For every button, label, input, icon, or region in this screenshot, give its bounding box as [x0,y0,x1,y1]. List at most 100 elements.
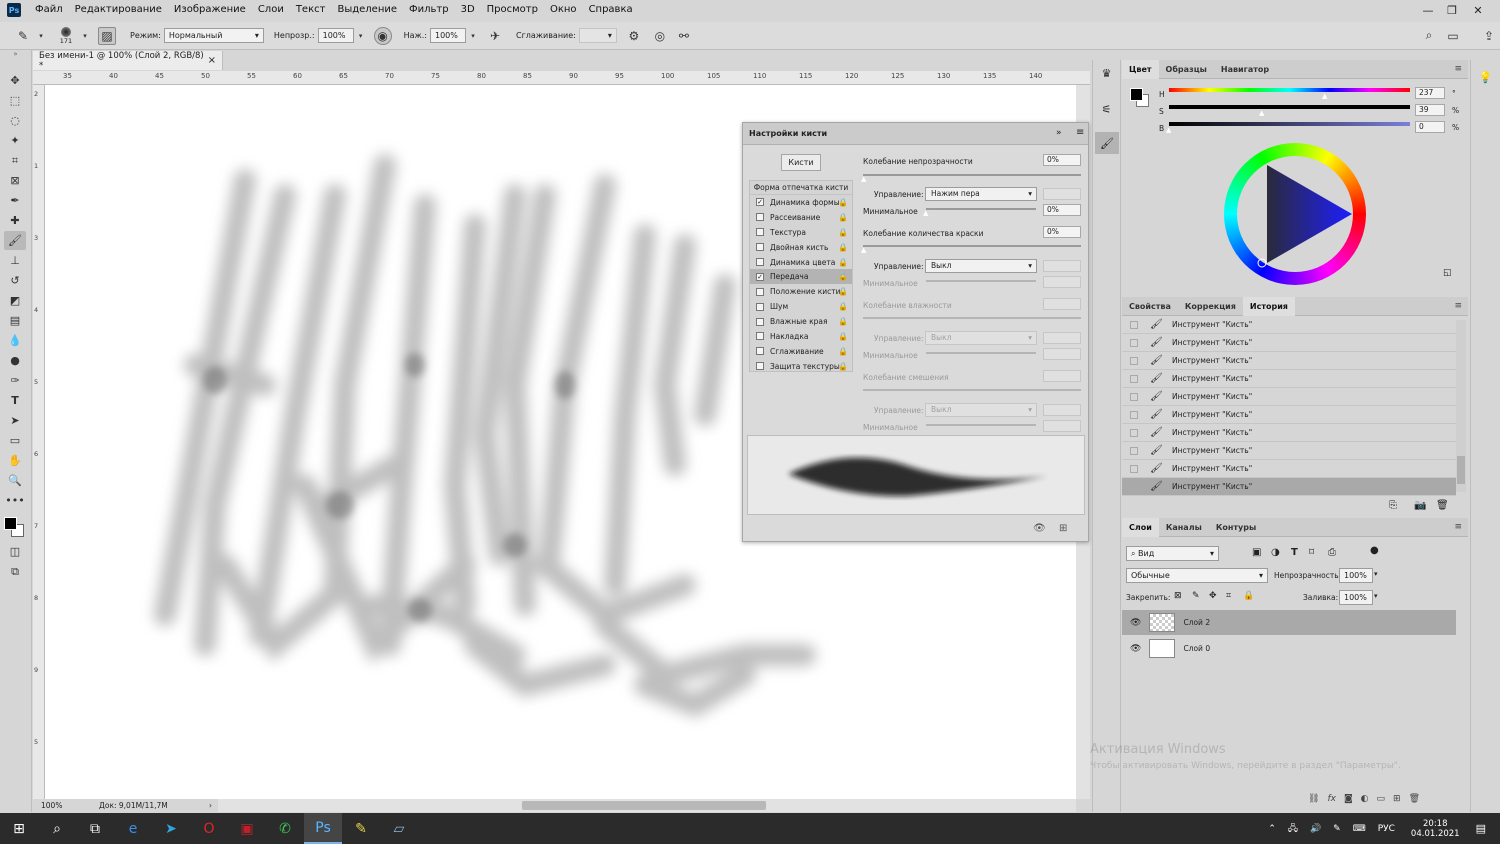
scrollbar-thumb[interactable] [522,801,766,810]
clock[interactable]: 20:18 04.01.2021 [1411,819,1460,839]
more-tools-icon[interactable]: ••• [4,491,26,510]
visibility-eye-icon[interactable]: 👁 [1130,618,1141,628]
collapse-icon[interactable]: » [0,50,31,70]
slider-handle-icon[interactable]: ▲ [1322,92,1327,100]
slider-handle-icon[interactable]: ▲ [861,175,866,183]
share-icon[interactable]: ⇪ [1480,27,1498,45]
frame-tool-icon[interactable]: ⊠ [4,171,26,190]
hue-input[interactable]: 237 [1415,87,1445,99]
checkbox[interactable] [756,332,764,341]
minimize-icon[interactable]: — [1416,0,1440,20]
quick-mask-icon[interactable]: ◫ [4,542,26,561]
history-snapshot-box[interactable] [1130,410,1138,419]
checkbox[interactable]: ✓ [756,198,764,207]
control-select-2[interactable]: Выкл ▾ [925,259,1037,273]
lock-icon[interactable]: 🔒 [838,302,848,311]
history-item[interactable]: 🖌 Инструмент "Кисть" [1122,406,1456,424]
checkbox[interactable] [756,302,764,311]
history-snapshot-box[interactable] [1130,464,1138,473]
tab-channels[interactable]: Каналы [1159,518,1209,537]
history-item[interactable]: 🖌 Инструмент "Кисть" [1122,442,1456,460]
lock-icon[interactable]: 🔒 [838,272,848,281]
tab-layers[interactable]: Слои [1122,517,1159,537]
history-item[interactable]: 🖌 Инструмент "Кисть" [1122,334,1456,352]
blur-tool-icon[interactable]: 💧 [4,331,26,350]
brush-option-row[interactable]: Текстура 🔒 [750,225,852,240]
lock-icon[interactable]: 🔒 [838,213,848,222]
eyedropper-tool-icon[interactable]: ✒ [4,191,26,210]
slider-handle-icon[interactable]: ▲ [861,246,866,254]
history-scrollbar[interactable] [1456,320,1466,492]
flow-jitter-slider[interactable] [863,245,1081,247]
blend-mode-select[interactable]: Обычные ▾ [1126,568,1268,583]
type-filter-icon[interactable]: T [1291,547,1298,558]
layer-row[interactable]: 👁 Слой 0 [1122,636,1456,661]
checkbox[interactable] [756,362,764,371]
history-snapshot-box[interactable] [1130,482,1138,491]
menu-item[interactable]: Справка [583,0,639,20]
history-snapshot-box[interactable] [1130,392,1138,401]
adjustment-filter-icon[interactable]: ◑ [1271,547,1280,558]
history-item[interactable]: 🖌 Инструмент "Кисть" [1122,424,1456,442]
chevron-right-icon[interactable]: › [209,801,212,810]
phone-app-icon[interactable]: ✆ [266,813,304,844]
lock-all-icon[interactable]: 🔒 [1243,591,1254,601]
opacity-jitter-slider[interactable] [863,174,1081,176]
foreground-color-swatch[interactable] [1130,88,1143,101]
flow-jitter-input[interactable]: 0% [1043,226,1081,238]
brush-option-row[interactable]: Динамика цвета 🔒 [750,255,852,270]
workspace-icon[interactable]: ▭ [1444,27,1462,45]
foreground-color-swatch[interactable] [4,517,17,530]
menu-item[interactable]: Окно [544,0,583,20]
slider-handle-icon[interactable]: ▲ [923,209,928,217]
tab-history[interactable]: История [1242,296,1295,316]
rectangle-tool-icon[interactable]: ▭ [4,431,26,450]
lock-transparency-icon[interactable]: ⊠ [1174,591,1182,601]
checkbox[interactable] [756,347,764,356]
pressure-opacity-icon[interactable]: ◉ [373,26,392,45]
photoshop-taskbar-icon[interactable]: Ps [304,813,342,844]
pen-icon[interactable]: ✎ [1333,824,1341,834]
layer-opacity-input[interactable]: 100% [1339,568,1373,583]
color-wheel[interactable] [1224,143,1366,285]
gear-icon[interactable]: ⚙ [625,27,643,45]
new-group-icon[interactable]: ▭ [1377,794,1386,804]
checkbox[interactable] [756,243,764,252]
layer-row[interactable]: 👁 Слой 2 [1122,610,1456,635]
close-tab-icon[interactable]: × [208,55,216,66]
collapse-panel-icon[interactable]: » [1056,128,1062,138]
magic-wand-tool-icon[interactable]: ✦ [4,131,26,150]
chevron-down-icon[interactable]: ▾ [468,27,478,45]
history-snapshot-box[interactable] [1130,446,1138,455]
chevron-down-icon[interactable]: ▾ [1374,570,1378,578]
symmetry-icon[interactable]: ⚯ [675,27,693,45]
crop-tool-icon[interactable]: ⌗ [4,151,26,170]
brush-panel-header[interactable]: Настройки кисти » ≡ [743,123,1088,145]
photoshop-logo-icon[interactable]: Ps [7,3,21,17]
minimum-slider[interactable] [926,208,1036,210]
document-tab[interactable]: Без имени-1 @ 100% (Слой 2, RGB/8) * × [33,51,223,71]
menu-item[interactable]: Слои [252,0,290,20]
opera-icon[interactable]: O [190,813,228,844]
menu-item[interactable]: Текст [290,0,332,20]
search-icon[interactable]: ⌕ [1420,27,1438,45]
saturation-slider[interactable] [1169,105,1410,109]
lock-pixels-icon[interactable]: ✎ [1192,591,1200,601]
tab-properties[interactable]: Свойства [1122,297,1178,316]
airbrush-icon[interactable]: ✈ [486,27,504,45]
language-indicator[interactable]: РУС [1378,824,1395,834]
brush-tool-preset-icon[interactable]: ✎ [14,27,32,45]
color-triangle[interactable] [1224,143,1366,285]
expand-icon[interactable]: ◱ [1443,268,1452,278]
menu-item[interactable]: Изображение [168,0,252,20]
tab-swatches[interactable]: Образцы [1159,60,1214,79]
history-item[interactable]: 🖌 Инструмент "Кисть" [1122,460,1456,478]
smart-object-filter-icon[interactable]: ⎙ [1328,547,1336,558]
pressure-size-icon[interactable]: ◎ [651,27,669,45]
history-item[interactable]: 🖌 Инструмент "Кисть" [1122,370,1456,388]
checkbox[interactable] [756,317,764,326]
camera-icon[interactable]: 📷 [1414,500,1426,511]
adjustments-panel-icon[interactable]: ⚟ [1093,96,1120,122]
checkbox[interactable] [756,287,764,296]
chevron-down-icon[interactable]: ▾ [36,27,46,45]
